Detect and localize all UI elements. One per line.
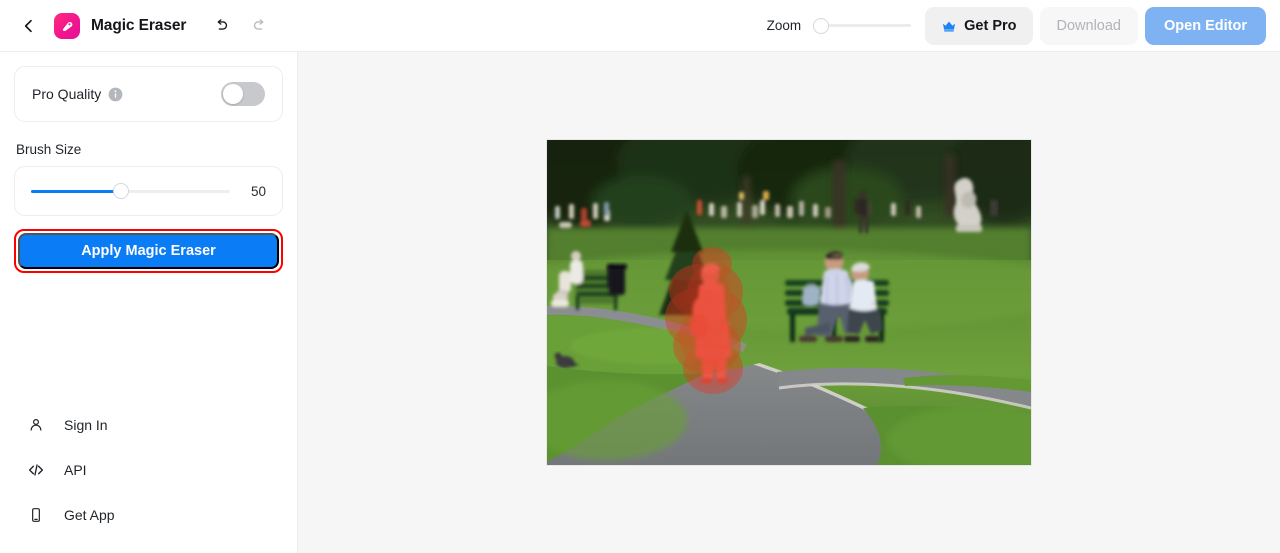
redo-icon: [253, 19, 264, 30]
pro-quality-card: Pro Quality: [14, 66, 283, 122]
phone-icon: [27, 506, 45, 524]
open-editor-button[interactable]: Open Editor: [1145, 6, 1266, 45]
pro-quality-toggle[interactable]: [221, 82, 265, 106]
magic-eraser-app: Magic Eraser Zoom Get Pro Download Open …: [0, 0, 1280, 553]
crown-icon: [943, 21, 956, 31]
redo-button[interactable]: [248, 15, 270, 37]
source-photo[interactable]: [547, 140, 1031, 465]
user-icon: [27, 416, 45, 434]
editor-canvas[interactable]: [298, 52, 1280, 553]
sidebar-item-get-app[interactable]: Get App: [14, 492, 283, 537]
app-title: Magic Eraser: [91, 16, 187, 34]
apply-magic-eraser-button[interactable]: Apply Magic Eraser: [18, 233, 279, 269]
sidebar-item-label: Get App: [64, 506, 115, 523]
zoom-slider[interactable]: [813, 17, 912, 34]
app-header: Magic Eraser Zoom Get Pro Download Open …: [0, 0, 1280, 52]
pro-quality-label: Pro Quality: [32, 86, 102, 102]
sidebar-item-label: Sign In: [64, 416, 108, 433]
download-button[interactable]: Download: [1039, 6, 1139, 45]
eraser-glyph-icon: [62, 21, 72, 32]
undo-button[interactable]: [210, 15, 232, 37]
brush-size-card: 50: [14, 166, 283, 216]
brush-size-slider[interactable]: [31, 183, 230, 199]
sidebar-item-sign-in[interactable]: Sign In: [14, 402, 283, 447]
brush-size-value: 50: [250, 183, 266, 199]
brush-size-label: Brush Size: [16, 142, 82, 157]
get-pro-label: Get Pro: [964, 17, 1017, 34]
app-body: Pro Quality Brush Size 50 Apply Magic Er…: [0, 52, 1280, 553]
history-buttons: [210, 15, 270, 37]
sidebar-item-api[interactable]: API: [14, 447, 283, 492]
magic-eraser-logo-icon: [54, 12, 80, 39]
chevron-left-icon: [24, 19, 32, 32]
zoom-control: Zoom: [766, 17, 912, 34]
zoom-label: Zoom: [766, 18, 802, 33]
brush-slider-fill: [31, 189, 121, 193]
info-icon[interactable]: [108, 87, 123, 102]
photo-render: [547, 140, 1031, 465]
apply-button-highlight: Apply Magic Eraser: [14, 229, 283, 273]
back-button[interactable]: [18, 15, 40, 37]
left-sidebar: Pro Quality Brush Size 50 Apply Magic Er…: [0, 52, 298, 553]
code-icon: [27, 461, 45, 479]
pro-quality-label-group: Pro Quality: [32, 86, 123, 102]
get-pro-button[interactable]: Get Pro: [925, 6, 1033, 45]
sidebar-links: Sign In API Get App: [14, 402, 283, 553]
zoom-slider-thumb[interactable]: [813, 17, 830, 34]
sidebar-item-label: API: [64, 461, 87, 478]
undo-icon: [217, 19, 227, 30]
brush-slider-thumb[interactable]: [112, 183, 129, 199]
pro-quality-toggle-knob: [223, 84, 243, 104]
